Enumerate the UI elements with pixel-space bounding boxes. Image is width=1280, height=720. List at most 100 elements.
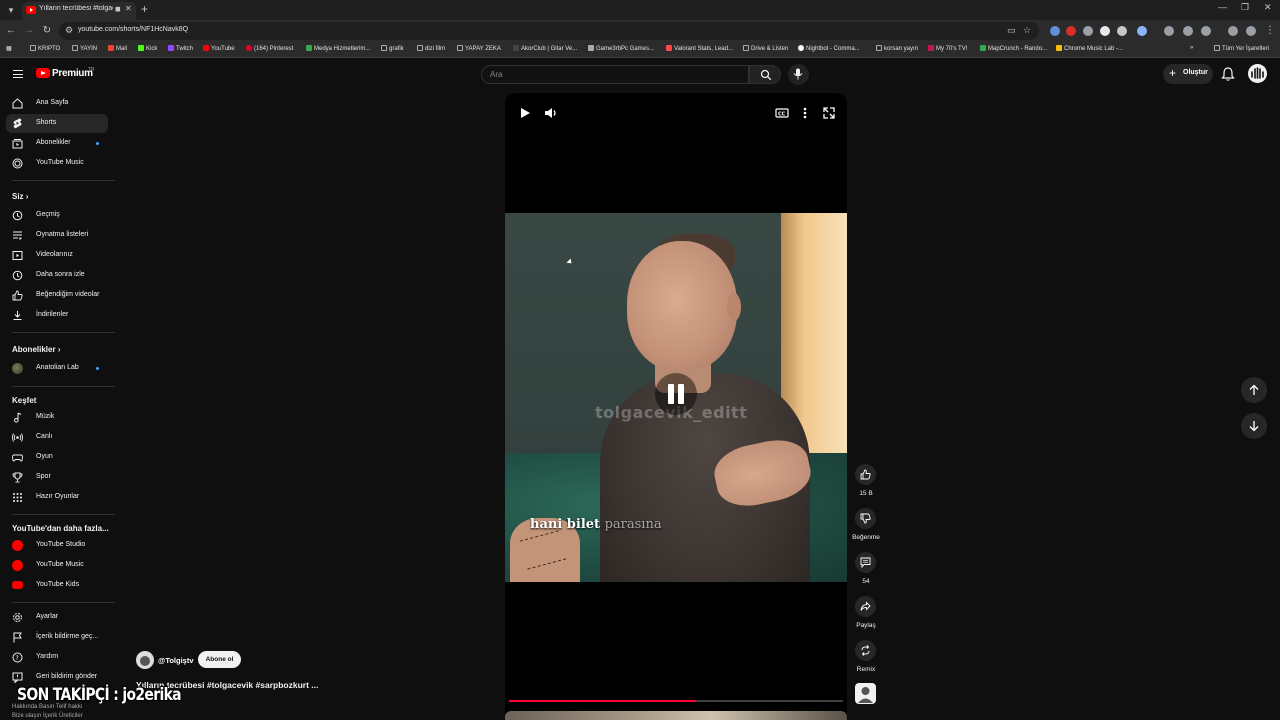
like-button[interactable] (855, 464, 876, 485)
extension-adblock-icon[interactable] (1066, 26, 1076, 36)
minimize-icon[interactable]: — (1218, 2, 1227, 12)
search-input[interactable]: Ara (481, 65, 749, 84)
sidebar-item-channel[interactable]: Anatolian Lab (6, 359, 108, 378)
progress-bar[interactable] (509, 700, 843, 702)
sidebar-item-youtube-kids[interactable]: YouTube Kids (6, 576, 108, 595)
bookmark-item[interactable]: Valorant Stats, Lead... (666, 45, 733, 52)
bookmark-item[interactable]: Chrome Music Lab -... (1056, 45, 1123, 52)
bookmark-item[interactable]: KRIPTO (30, 45, 60, 52)
pause-icon[interactable] (655, 373, 697, 415)
extension-icon[interactable] (1117, 26, 1127, 36)
bookmark-item[interactable]: My 70's TV! (928, 45, 967, 52)
bookmark-item[interactable]: Game3rbPc Games... (588, 45, 654, 52)
menu-kebab-icon[interactable]: ⋮ (1263, 24, 1277, 38)
search-button[interactable] (749, 65, 781, 84)
footer-links[interactable]: Bize ulaşın İçerik Üreticiler (12, 713, 83, 719)
sidebar-item-liked-videos[interactable]: Beğendiğim videolar (6, 286, 108, 305)
sidebar-item-playlists[interactable]: Oynatma listeleri (6, 226, 108, 245)
extension-shield-icon[interactable] (1100, 26, 1110, 36)
bookmark-item[interactable]: Kick (138, 45, 157, 52)
all-bookmarks-folder[interactable]: Tüm Yer İşaretleri (1214, 45, 1269, 52)
bookmark-item[interactable]: (164) Pinterest (246, 45, 293, 52)
site-info-icon[interactable]: ⚙ (65, 25, 73, 36)
sidebar-section-you[interactable]: Siz › (12, 192, 28, 201)
next-short-button[interactable] (1241, 413, 1267, 439)
address-bar[interactable]: ⚙ youtube.com/shorts/NF1HcNavk8Q ▭ ☆ (59, 22, 1039, 40)
bookmarks-overflow-icon[interactable]: » (1190, 45, 1193, 51)
fullscreen-icon[interactable] (821, 105, 837, 121)
guide-menu-icon[interactable] (13, 70, 23, 78)
create-button[interactable]: + Oluştur (1163, 64, 1213, 84)
sidebar-item-home[interactable]: Ana Sayfa (6, 94, 108, 113)
sidebar-item-watch-later[interactable]: Daha sonra izle (6, 266, 108, 285)
logo-text[interactable]: Premium (52, 68, 93, 79)
more-options-icon[interactable] (797, 105, 813, 121)
bookmark-item[interactable]: YAYIN (72, 45, 97, 52)
voice-search-button[interactable] (788, 64, 809, 85)
cast-icon[interactable]: ▭ (1007, 25, 1016, 36)
channel-name[interactable]: @Tolgiştv (158, 656, 194, 665)
share-button[interactable] (855, 596, 876, 617)
tab-search-icon[interactable]: ▾ (4, 3, 18, 17)
sidebar-item-music[interactable]: Müzik (6, 408, 108, 427)
notifications-bell-icon[interactable] (1220, 66, 1236, 82)
extension-icon[interactable] (1050, 26, 1060, 36)
back-icon[interactable]: ← (4, 24, 18, 38)
volume-icon[interactable] (543, 105, 559, 121)
bookmark-item[interactable]: YAPAY ZEKA (457, 45, 501, 52)
profile-icon[interactable] (1246, 26, 1256, 36)
sidebar-item-youtube-music[interactable]: YouTube Music (6, 154, 108, 173)
tab-search-icon[interactable] (1201, 26, 1211, 36)
translate-icon[interactable] (1228, 26, 1238, 36)
tab-close-icon[interactable]: ✕ (125, 4, 132, 13)
sidebar-item-settings[interactable]: Ayarlar (6, 608, 108, 627)
window-close-icon[interactable]: ✕ (1264, 2, 1272, 13)
captions-icon[interactable]: CC (774, 105, 790, 121)
sidebar-item-your-videos[interactable]: Videolarınız (6, 246, 108, 265)
bookmark-star-icon[interactable]: ☆ (1023, 25, 1031, 36)
browser-tab[interactable]: Yılların tecrübesi #tolgacevik ◼ ✕ (22, 2, 136, 20)
bookmark-item[interactable]: Medya Hizmetlerim... (306, 45, 370, 52)
bookmark-item[interactable]: AkorClub | Gitar Ve... (513, 45, 577, 52)
previous-short-button[interactable] (1241, 377, 1267, 403)
channel-avatar[interactable] (136, 651, 154, 669)
bookmark-item[interactable]: Nightbot - Comma... (798, 45, 860, 52)
reading-list-icon[interactable] (1164, 26, 1174, 36)
extensions-puzzle-icon[interactable] (1137, 26, 1147, 36)
sidebar-item-help[interactable]: ? Yardım (6, 648, 108, 667)
reload-icon[interactable]: ↻ (40, 24, 54, 38)
bookmark-item[interactable]: Twitch (168, 45, 193, 52)
dislike-button[interactable] (855, 508, 876, 529)
sidebar-item-playables[interactable]: Hazır Oyunlar (6, 488, 108, 507)
sidebar-item-gaming[interactable]: Oyun (6, 448, 108, 467)
tab-audio-icon[interactable]: ◼ (115, 5, 121, 13)
sidebar-item-youtube-music-app[interactable]: YouTube Music (6, 556, 108, 575)
bookmark-item[interactable]: MapCrunch - Rando... (980, 45, 1047, 52)
sidebar-section-subscriptions[interactable]: Abonelikler › (12, 345, 60, 354)
downloads-icon[interactable] (1183, 26, 1193, 36)
play-icon[interactable] (517, 105, 533, 121)
account-avatar[interactable] (1248, 64, 1267, 83)
sidebar-item-sports[interactable]: Spor (6, 468, 108, 487)
sidebar-item-history[interactable]: Geçmiş (6, 206, 108, 225)
subscribe-button[interactable]: Abone ol (198, 651, 241, 668)
video-frame[interactable]: tolgacevik_editt hani bilet parasına (505, 213, 847, 582)
restore-icon[interactable]: ❐ (1241, 2, 1249, 13)
sidebar-item-live[interactable]: Canlı (6, 428, 108, 447)
bookmark-item[interactable]: korsan yayın (876, 45, 918, 52)
shorts-player[interactable]: CC tolgacevik_editt hani bilet parasına (505, 93, 847, 720)
bookmark-item[interactable]: YouTube (203, 45, 235, 52)
bookmark-item[interactable]: grafik (381, 45, 404, 52)
sidebar-item-youtube-studio[interactable]: YouTube Studio (6, 536, 108, 555)
comments-button[interactable] (855, 552, 876, 573)
next-short-preview[interactable] (505, 711, 847, 720)
remix-button[interactable] (855, 640, 876, 661)
apps-grid-icon[interactable]: ▦ (6, 45, 12, 52)
bookmark-item[interactable]: Drive & Listen (743, 45, 788, 52)
sidebar-item-shorts[interactable]: Shorts (6, 114, 108, 133)
sidebar-item-subscriptions[interactable]: Abonelikler (6, 134, 108, 153)
sidebar-item-downloads[interactable]: İndirilenler (6, 306, 108, 325)
sound-thumbnail[interactable] (855, 683, 876, 704)
forward-icon[interactable]: → (22, 24, 36, 38)
bookmark-item[interactable]: dizi film (417, 45, 445, 52)
